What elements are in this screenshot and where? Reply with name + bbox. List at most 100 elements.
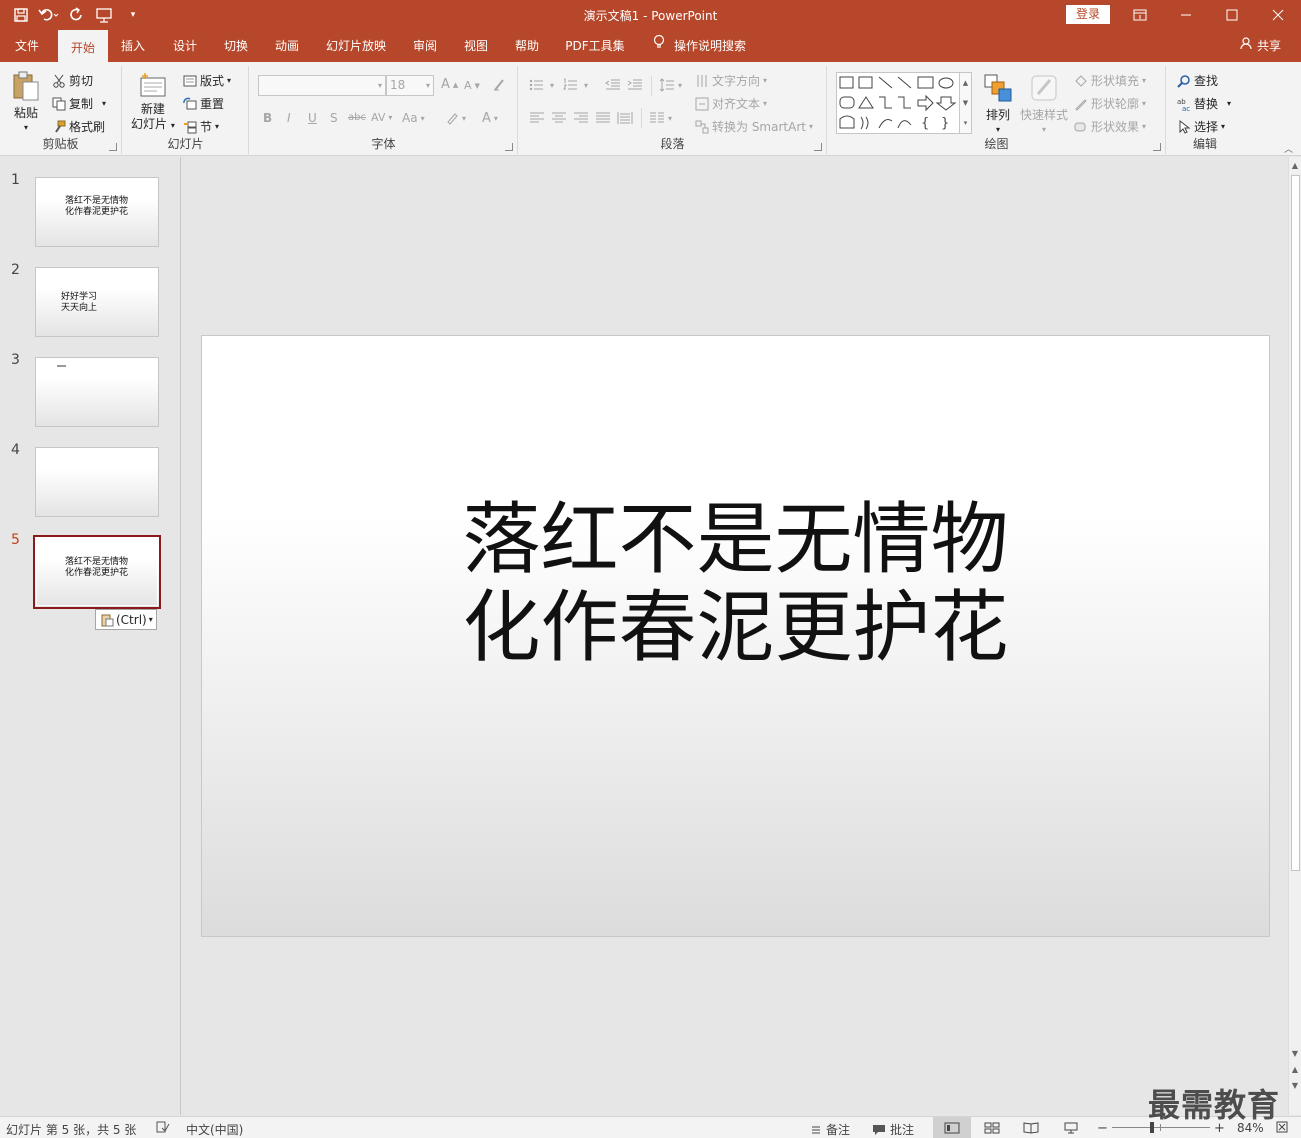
quick-styles-button[interactable]: 快速样式 ▾ — [1020, 72, 1068, 134]
arrange-button[interactable]: 排列 ▾ — [982, 72, 1014, 134]
zoom-slider[interactable] — [1112, 1122, 1210, 1133]
notes-button[interactable]: 备注 — [810, 1121, 850, 1138]
vertical-scrollbar[interactable]: ▲ ▼ ▲ ▼ — [1288, 157, 1301, 1115]
tab-home[interactable]: 开始 — [58, 30, 108, 62]
accessibility-icon[interactable] — [156, 1121, 170, 1133]
text-direction-button[interactable]: 文字方向 ▾ — [695, 72, 767, 89]
cut-button[interactable]: 剪切 — [52, 72, 93, 89]
tab-design[interactable]: 设计 — [164, 30, 206, 62]
line-spacing-icon[interactable]: ▾ — [659, 78, 682, 92]
tab-view[interactable]: 视图 — [455, 30, 497, 62]
slide-thumbnail-5[interactable]: 落红不是无情物 化作春泥更护花 — [33, 535, 161, 609]
scrollbar-thumb[interactable] — [1291, 175, 1300, 871]
underline-button[interactable]: U — [308, 111, 317, 125]
shapes-icon: { } — [839, 76, 957, 131]
paste-dropdown-icon: ▾ — [23, 123, 28, 132]
numbering-icon[interactable]: ▾ — [563, 78, 588, 92]
columns-icon[interactable]: ▾ — [649, 112, 672, 124]
shadow-button[interactable]: S — [330, 111, 338, 125]
font-dialog-launcher[interactable] — [505, 143, 513, 151]
convert-smartart-button[interactable]: 转换为 SmartArt ▾ — [695, 118, 813, 135]
shape-fill-button[interactable]: 形状填充 ▾ — [1074, 72, 1146, 89]
paragraph-dialog-launcher[interactable] — [814, 143, 822, 151]
paste-options-button[interactable]: (Ctrl) ▾ — [95, 609, 157, 630]
comments-button[interactable]: 批注 — [872, 1121, 914, 1138]
replace-button[interactable]: ab ac 替换 ▾ — [1177, 95, 1231, 112]
slide-sorter-view-button[interactable] — [973, 1117, 1011, 1138]
font-color-button[interactable]: A ▾ — [482, 111, 498, 126]
justify-icon[interactable] — [595, 112, 611, 124]
tell-me-search[interactable]: 操作说明搜索 — [652, 30, 746, 62]
search-icon — [1177, 74, 1190, 88]
tab-review[interactable]: 审阅 — [404, 30, 446, 62]
slide-thumbnail-2[interactable]: 好好学习 天天向上 — [35, 267, 159, 337]
drawing-dialog-launcher[interactable] — [1153, 143, 1161, 151]
normal-view-button[interactable] — [933, 1117, 971, 1138]
change-case-button[interactable]: Aa ▾ — [402, 111, 425, 125]
clipboard-dialog-launcher[interactable] — [109, 143, 117, 151]
zoom-out-button[interactable]: − — [1097, 1121, 1108, 1136]
scroll-down-icon[interactable]: ▼ — [1289, 1047, 1301, 1061]
slideshow-view-button[interactable] — [1052, 1117, 1090, 1138]
slide-thumbnail-pane[interactable]: 1 落红不是无情物 化作春泥更护花 2 好好学习 天天向上 3 4 5 落红不是… — [0, 157, 181, 1115]
tab-slideshow[interactable]: 幻灯片放映 — [318, 30, 394, 62]
align-left-icon[interactable] — [529, 112, 545, 124]
maximize-icon[interactable] — [1209, 0, 1255, 30]
next-slide-icon[interactable]: ▼ — [1289, 1079, 1301, 1093]
slide-editing-area[interactable]: 落红不是无情物 化作春泥更护花 — [182, 157, 1287, 1115]
character-spacing-icon[interactable]: AV ▾ — [371, 111, 392, 124]
font-name-field[interactable]: ▾ — [258, 75, 386, 96]
highlight-icon[interactable]: ▾ — [445, 111, 466, 125]
shrink-font-button[interactable]: A ▼ — [464, 79, 480, 92]
minimize-icon[interactable] — [1163, 0, 1209, 30]
collapse-ribbon-icon[interactable]: ︿ — [1284, 142, 1293, 155]
current-slide[interactable]: 落红不是无情物 化作春泥更护花 — [201, 335, 1270, 937]
align-text-button[interactable]: 对齐文本 ▾ — [695, 95, 767, 112]
scroll-up-icon[interactable]: ▲ — [1289, 159, 1301, 173]
grow-font-button[interactable]: A ▲ — [441, 77, 458, 92]
clear-formatting-icon[interactable] — [492, 78, 506, 92]
slide-thumbnail-4[interactable] — [35, 447, 159, 517]
slide-title-textbox[interactable]: 落红不是无情物 化作春泥更护花 — [202, 496, 1269, 672]
bold-button[interactable]: B — [263, 111, 272, 125]
tab-help[interactable]: 帮助 — [506, 30, 548, 62]
slide-thumbnail-3[interactable] — [35, 357, 159, 427]
align-center-icon[interactable] — [551, 112, 567, 124]
language-status[interactable]: 中文(中国) — [186, 1121, 243, 1138]
previous-slide-icon[interactable]: ▲ — [1289, 1063, 1301, 1077]
font-size-field[interactable]: 18 ▾ — [386, 75, 434, 96]
new-slide-button[interactable]: 新建 幻灯片 ▾ — [131, 70, 175, 133]
italic-button[interactable]: I — [287, 111, 291, 125]
strikethrough-button[interactable]: abc — [348, 112, 366, 123]
paste-button[interactable]: 粘贴 ▾ — [10, 70, 42, 132]
bullets-icon[interactable]: ▾ — [529, 78, 554, 92]
ribbon-display-options-icon[interactable] — [1117, 0, 1163, 30]
shape-effects-button[interactable]: 形状效果 ▾ — [1074, 118, 1146, 135]
shapes-gallery-scroll[interactable]: ▲ ▼ ▾ — [959, 73, 971, 133]
shapes-gallery[interactable]: { } ▲ ▼ ▾ — [836, 72, 972, 134]
tab-transitions[interactable]: 切换 — [215, 30, 257, 62]
close-icon[interactable] — [1255, 0, 1301, 30]
find-button[interactable]: 查找 — [1177, 72, 1218, 89]
format-painter-button[interactable]: 格式刷 — [52, 118, 105, 135]
section-button[interactable]: 节 ▾ — [183, 118, 219, 135]
shape-outline-button[interactable]: 形状轮廓 ▾ — [1074, 95, 1146, 112]
slide-thumbnail-1[interactable]: 落红不是无情物 化作春泥更护花 — [35, 177, 159, 247]
login-button[interactable]: 登录 — [1066, 5, 1110, 24]
copy-button[interactable]: 复制 ▾ — [52, 95, 106, 112]
distributed-icon[interactable] — [617, 111, 633, 125]
tab-pdf-tools[interactable]: PDF工具集 — [558, 30, 632, 62]
paragraph-group: ▾ ▾ ▾ 文字方向 ▾ 对齐文本 ▾ 转换为 SmartArt ▾ ▾ 段落 — [519, 66, 827, 154]
reset-button[interactable]: 重置 — [183, 95, 224, 112]
tab-animations[interactable]: 动画 — [266, 30, 308, 62]
decrease-indent-icon[interactable] — [605, 78, 621, 92]
select-button[interactable]: 选择 ▾ — [1177, 118, 1225, 135]
share-button[interactable]: 共享 — [1239, 30, 1281, 62]
align-right-icon[interactable] — [573, 112, 589, 124]
increase-indent-icon[interactable] — [627, 78, 643, 92]
layout-button[interactable]: 版式 ▾ — [183, 72, 231, 89]
reading-view-button[interactable] — [1012, 1117, 1050, 1138]
tab-file[interactable]: 文件 — [0, 30, 54, 62]
tab-insert[interactable]: 插入 — [112, 30, 154, 62]
tell-me-label: 操作说明搜索 — [674, 39, 747, 53]
